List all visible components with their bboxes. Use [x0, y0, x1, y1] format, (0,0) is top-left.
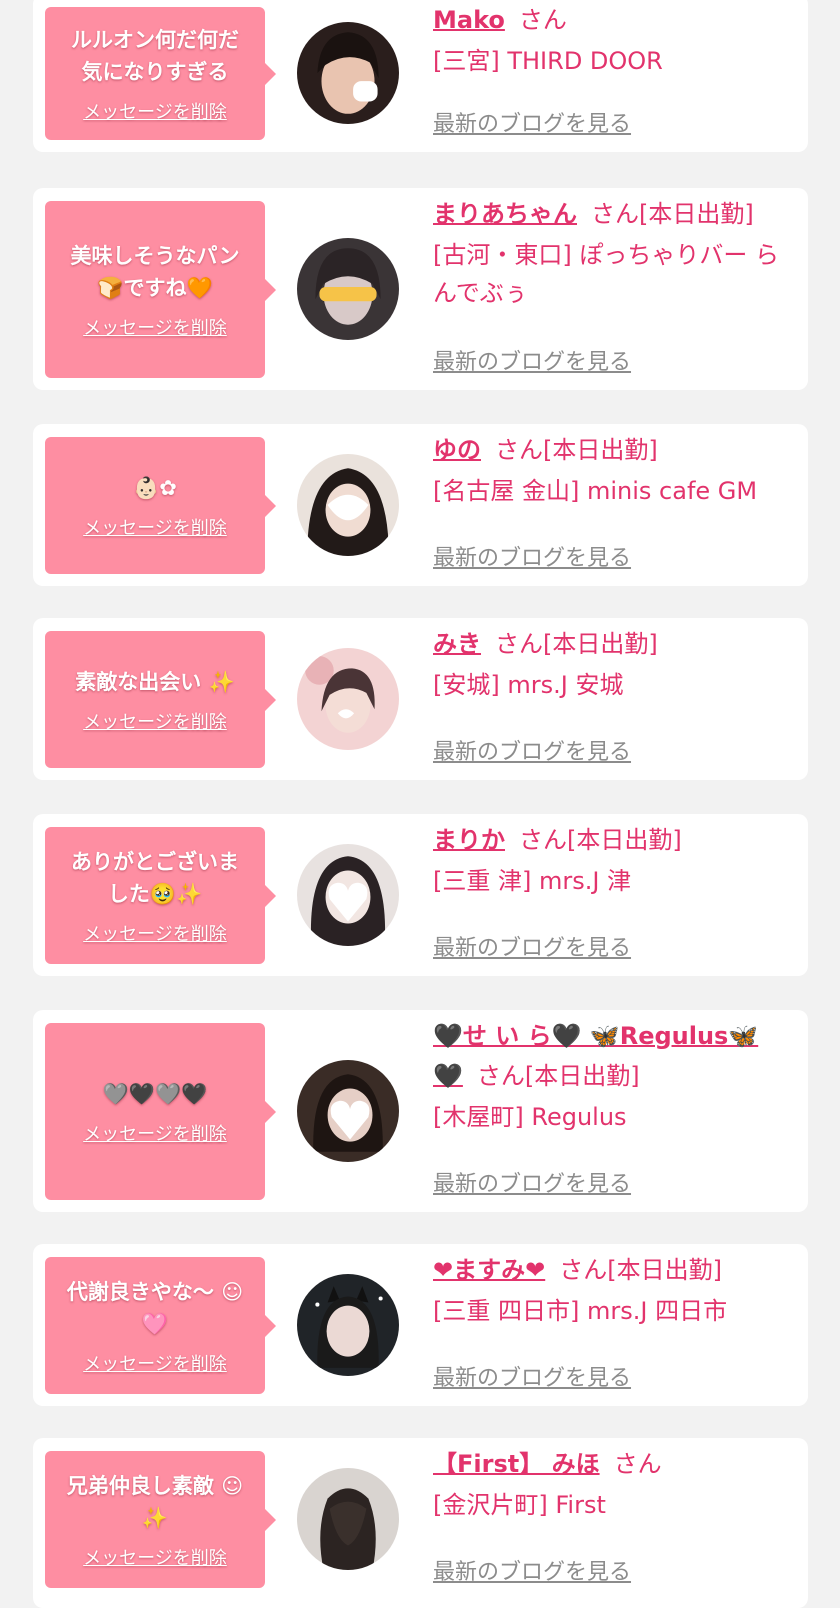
message-text: 美味しそうなパン 🍞ですね🧡 — [70, 243, 240, 300]
name-suffix: さん[本日出勤] — [495, 436, 658, 464]
woman-portrait-avatar-icon — [297, 1468, 399, 1570]
profile-name-link[interactable]: ❤ますみ❤ — [433, 1256, 545, 1284]
message-card: ルルオン何だ何だ 気になりすぎる メッセージを削除 Mako さん [三宮] TH… — [33, 0, 808, 152]
message-text: 兄弟仲良し素敵 ☺ ✨ — [66, 1473, 244, 1530]
message-card: 代謝良きやな〜 ☺ 🩷 メッセージを削除 ❤ますみ❤ さん[本日出勤] [三重 四… — [33, 1244, 808, 1406]
message-text: ありがとございま した🥹✨ — [71, 849, 239, 906]
avatar[interactable] — [297, 22, 399, 124]
delete-message-link[interactable]: メッセージを削除 — [83, 1350, 227, 1376]
name-suffix: さん[本日出勤] — [591, 200, 754, 228]
name-suffix: さん — [613, 1450, 662, 1478]
entry-info: ❤ますみ❤ さん[本日出勤] [三重 四日市] mrs.J 四日市 — [433, 1250, 793, 1330]
entry-info: 🖤せ い ら🖤 🦋Regulus🦋 🖤 さん[本日出勤] [木屋町] Regulu… — [433, 1016, 793, 1136]
avatar[interactable] — [297, 1274, 399, 1376]
profile-name-link[interactable]: Mako — [433, 6, 505, 34]
profile-name-link[interactable]: まりあちゃん — [433, 200, 577, 228]
shop-label: [名古屋 金山] minis cafe GM — [433, 477, 758, 505]
latest-blog-link[interactable]: 最新のブログを見る — [433, 930, 631, 962]
message-bubble: 代謝良きやな〜 ☺ 🩷 メッセージを削除 — [45, 1257, 276, 1394]
woman-portrait-avatar-icon — [297, 1060, 399, 1162]
latest-blog-link[interactable]: 最新のブログを見る — [433, 344, 631, 376]
avatar[interactable] — [297, 1060, 399, 1162]
entry-info: Mako さん [三宮] THIRD DOOR — [433, 0, 793, 80]
message-card: 🩶🖤🩶🖤 メッセージを削除 🖤せ い ら🖤 🦋Regulus🦋 🖤 さん[本日出勤… — [33, 1010, 808, 1212]
message-bubble: ルルオン何だ何だ 気になりすぎる メッセージを削除 — [45, 7, 276, 140]
entry-info: まりか さん[本日出勤] [三重 津] mrs.J 津 — [433, 820, 793, 900]
shop-label: [三重 四日市] mrs.J 四日市 — [433, 1297, 728, 1325]
name-suffix: さん[本日出勤] — [519, 826, 682, 854]
message-text: 素敵な出会い ✨ — [75, 669, 235, 694]
name-suffix: さん[本日出勤] — [559, 1256, 722, 1284]
message-bubble: 素敵な出会い ✨ メッセージを削除 — [45, 631, 276, 768]
shop-label: [木屋町] Regulus — [433, 1103, 627, 1131]
latest-blog-link[interactable]: 最新のブログを見る — [433, 734, 631, 766]
avatar[interactable] — [297, 454, 399, 556]
latest-blog-link[interactable]: 最新のブログを見る — [433, 1166, 631, 1198]
message-text: 👶🏻✿ — [133, 475, 177, 500]
delete-message-link[interactable]: メッセージを削除 — [83, 514, 227, 540]
shop-label: [金沢片町] First — [433, 1491, 606, 1519]
profile-name-link[interactable]: みき — [433, 630, 481, 658]
delete-message-link[interactable]: メッセージを削除 — [83, 98, 227, 124]
entry-info: 【First】 みほ さん [金沢片町] First — [433, 1444, 793, 1524]
avatar[interactable] — [297, 648, 399, 750]
latest-blog-link[interactable]: 最新のブログを見る — [433, 1360, 631, 1392]
message-card: 素敵な出会い ✨ メッセージを削除 みき さん[本日出勤] [安城] mrs.J … — [33, 618, 808, 780]
woman-portrait-avatar-icon — [297, 22, 399, 124]
delete-message-link[interactable]: メッセージを削除 — [83, 1120, 227, 1146]
message-bubble: 🩶🖤🩶🖤 メッセージを削除 — [45, 1023, 276, 1200]
avatar[interactable] — [297, 844, 399, 946]
message-card: ありがとございま した🥹✨ メッセージを削除 まりか さん[本日出勤] [三重 津… — [33, 814, 808, 976]
delete-message-link[interactable]: メッセージを削除 — [83, 708, 227, 734]
name-suffix: さん[本日出勤] — [495, 630, 658, 658]
latest-blog-link[interactable]: 最新のブログを見る — [433, 106, 631, 138]
message-bubble: ありがとございま した🥹✨ メッセージを削除 — [45, 827, 276, 964]
message-text: 🩶🖤🩶🖤 — [102, 1081, 208, 1106]
shop-label: [安城] mrs.J 安城 — [433, 671, 624, 699]
shop-label: [古河・東口] ぽっちゃりバー らんでぶぅ — [433, 241, 779, 307]
latest-blog-link[interactable]: 最新のブログを見る — [433, 540, 631, 572]
message-card: 兄弟仲良し素敵 ☺ ✨ メッセージを削除 【First】 みほ さん [金沢片町]… — [33, 1438, 808, 1608]
profile-name-link[interactable]: まりか — [433, 826, 505, 854]
woman-portrait-avatar-icon — [297, 238, 399, 340]
message-bubble: 美味しそうなパン 🍞ですね🧡 メッセージを削除 — [45, 201, 276, 378]
woman-portrait-avatar-icon — [297, 844, 399, 946]
name-suffix: さん — [518, 6, 567, 34]
woman-portrait-avatar-icon — [297, 648, 399, 750]
profile-name-link[interactable]: ゆの — [433, 436, 481, 464]
message-card: 👶🏻✿ メッセージを削除 ゆの さん[本日出勤] [名古屋 金山] minis c… — [33, 424, 808, 586]
shop-label: [三重 津] mrs.J 津 — [433, 867, 632, 895]
shop-label: [三宮] THIRD DOOR — [433, 47, 663, 75]
name-suffix: さん[本日出勤] — [476, 1062, 640, 1090]
message-text: 代謝良きやな〜 ☺ 🩷 — [66, 1279, 244, 1336]
message-text: ルルオン何だ何だ 気になりすぎる — [71, 27, 239, 84]
message-card: 美味しそうなパン 🍞ですね🧡 メッセージを削除 まりあちゃん さん[本日出勤] [… — [33, 188, 808, 390]
entry-info: ゆの さん[本日出勤] [名古屋 金山] minis cafe GM — [433, 430, 793, 510]
message-bubble: 兄弟仲良し素敵 ☺ ✨ メッセージを削除 — [45, 1451, 276, 1588]
delete-message-link[interactable]: メッセージを削除 — [83, 920, 227, 946]
delete-message-link[interactable]: メッセージを削除 — [83, 1544, 227, 1570]
delete-message-link[interactable]: メッセージを削除 — [83, 314, 227, 340]
message-bubble: 👶🏻✿ メッセージを削除 — [45, 437, 276, 574]
avatar[interactable] — [297, 238, 399, 340]
woman-portrait-avatar-icon — [297, 1274, 399, 1376]
entry-info: みき さん[本日出勤] [安城] mrs.J 安城 — [433, 624, 793, 704]
profile-name-link[interactable]: 【First】 みほ — [433, 1450, 600, 1478]
entry-info: まりあちゃん さん[本日出勤] [古河・東口] ぽっちゃりバー らんでぶぅ — [433, 194, 793, 312]
woman-portrait-avatar-icon — [297, 454, 399, 556]
latest-blog-link[interactable]: 最新のブログを見る — [433, 1554, 631, 1586]
avatar[interactable] — [297, 1468, 399, 1570]
